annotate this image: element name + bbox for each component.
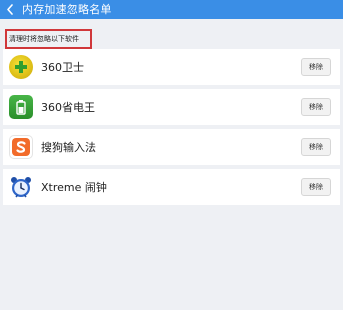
alarm-clock-icon (9, 175, 33, 199)
app-name: Xtreme 闹钟 (41, 181, 107, 194)
remove-button[interactable]: 移除 (301, 58, 331, 76)
360-guard-icon (9, 55, 33, 79)
remove-button[interactable]: 移除 (301, 178, 331, 196)
page-title: 内存加速忽略名单 (22, 3, 112, 16)
list-item: 360卫士 移除 (3, 49, 340, 85)
app-name: 搜狗输入法 (41, 141, 96, 154)
chevron-left-icon (7, 4, 13, 15)
app-name: 360卫士 (41, 61, 84, 74)
list-item: 360省电王 移除 (3, 89, 340, 125)
back-button[interactable] (0, 0, 20, 19)
remove-button[interactable]: 移除 (301, 98, 331, 116)
list-item: 搜狗输入法 移除 (3, 129, 340, 165)
app-list: 360卫士 移除 360省电王 移除 搜狗输入法 移除 Xtreme 闹钟 移除 (3, 49, 340, 209)
title-bar: 内存加速忽略名单 (0, 0, 343, 19)
ignore-hint: 清理时将忽略以下软件 (5, 29, 92, 49)
sogou-input-icon (9, 135, 33, 159)
remove-button[interactable]: 移除 (301, 138, 331, 156)
battery-saver-icon (9, 95, 33, 119)
list-item: Xtreme 闹钟 移除 (3, 169, 340, 205)
app-name: 360省电王 (41, 101, 95, 114)
